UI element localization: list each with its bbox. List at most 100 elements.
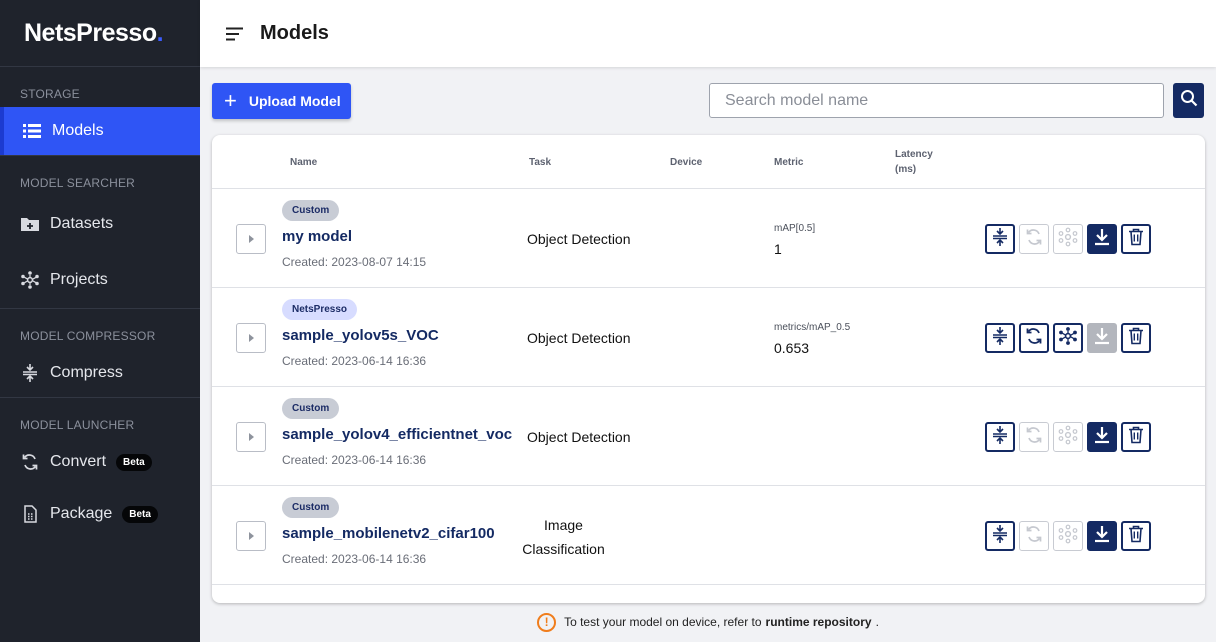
footer-period: .	[875, 615, 879, 629]
download-button[interactable]	[1087, 521, 1117, 551]
column-header-name: Name	[290, 157, 318, 168]
sidebar-item-projects[interactable]: Projects	[0, 252, 200, 308]
section-title: MODEL COMPRESSOR	[20, 329, 156, 343]
task: Object Detection	[527, 330, 631, 346]
created-date: Created: 2023-06-14 16:36	[282, 552, 427, 566]
created-date: Created: 2023-06-14 16:36	[282, 354, 427, 368]
metric-label: metrics/mAP_0.5	[774, 322, 851, 333]
column-header-device: Device	[670, 157, 703, 168]
delete-button[interactable]	[1121, 422, 1151, 452]
network-button[interactable]	[1053, 422, 1083, 452]
sidebar-item-label: Package	[50, 505, 113, 522]
compress-button[interactable]	[985, 521, 1015, 551]
network-icon	[1058, 425, 1078, 450]
network-button[interactable]	[1053, 521, 1083, 551]
compress-icon	[991, 326, 1009, 351]
network-button[interactable]	[1053, 323, 1083, 353]
section-model-searcher: MODEL SEARCHER Datasets Projects	[0, 156, 200, 309]
convert-button[interactable]	[1019, 224, 1049, 254]
sidebar-item-models[interactable]: Models	[0, 107, 200, 155]
column-header-task: Task	[529, 157, 552, 168]
footer-text: To test your model on device, refer to	[564, 615, 762, 629]
model-name[interactable]: sample_yolov5s_VOC	[282, 327, 439, 344]
sidebar-item-compress[interactable]: Compress	[0, 349, 200, 397]
logo-text: NetsPress	[24, 18, 142, 47]
table-row[interactable]: Custom sample_yolov4_efficientnet_voc Cr…	[212, 387, 1205, 486]
list-icon	[22, 121, 42, 141]
compress-button[interactable]	[985, 422, 1015, 452]
trash-icon	[1128, 327, 1144, 350]
sidebar-item-label: Models	[52, 122, 104, 139]
download-icon	[1093, 228, 1111, 251]
compress-button[interactable]	[985, 323, 1015, 353]
model-name[interactable]: sample_mobilenetv2_cifar100	[282, 525, 495, 542]
convert-icon	[1025, 228, 1043, 251]
sidebar-item-label: Convert	[50, 453, 107, 470]
model-name[interactable]: sample_yolov4_efficientnet_voc	[282, 426, 512, 443]
table-row[interactable]: Custom sample_mobilenetv2_cifar100 Creat…	[212, 486, 1205, 585]
expand-button[interactable]	[236, 323, 266, 353]
compress-button[interactable]	[985, 224, 1015, 254]
convert-button[interactable]	[1019, 422, 1049, 452]
delete-button[interactable]	[1121, 323, 1151, 353]
search-button[interactable]	[1173, 83, 1204, 118]
delete-button[interactable]	[1121, 224, 1151, 254]
download-icon	[1093, 426, 1111, 449]
plus-icon: +	[224, 88, 237, 113]
model-tag: Custom	[282, 200, 340, 221]
task-line: Image	[544, 517, 583, 533]
model-name[interactable]: my model	[282, 228, 352, 245]
metric-value: 0.653	[774, 340, 810, 356]
upload-model-button[interactable]: + Upload Model	[212, 83, 351, 119]
footer-notice: ! To test your model on device, refer to…	[200, 612, 1216, 632]
convert-button[interactable]	[1019, 323, 1049, 353]
sidebar-item-datasets[interactable]: Datasets	[0, 196, 200, 252]
row-actions	[985, 422, 1151, 452]
sidebar-item-convert[interactable]: Convert Beta	[0, 438, 200, 486]
beta-badge: Beta	[116, 453, 152, 471]
warning-icon: !	[537, 612, 557, 632]
task: Object Detection	[527, 231, 631, 247]
beta-badge: Beta	[122, 505, 158, 523]
sidebar-item-package[interactable]: Package Beta	[0, 486, 200, 542]
created-date: Created: 2023-08-07 14:15	[282, 255, 427, 269]
download-button[interactable]	[1087, 224, 1117, 254]
model-tag: NetsPresso	[282, 299, 358, 320]
download-button[interactable]	[1087, 323, 1117, 353]
task: Object Detection	[527, 429, 631, 445]
expand-button[interactable]	[236, 521, 266, 551]
header: Models	[200, 0, 1216, 67]
trash-icon	[1128, 228, 1144, 251]
table-row[interactable]: Custom my model Created: 2023-08-07 14:1…	[212, 189, 1205, 288]
section-model-launcher: MODEL LAUNCHER Convert Beta Package Beta	[0, 398, 200, 542]
convert-icon	[1025, 327, 1043, 350]
runtime-repository-link[interactable]: runtime repository	[766, 615, 872, 629]
logo[interactable]: NetsPress o.	[0, 0, 200, 67]
section-title: STORAGE	[20, 87, 80, 101]
package-icon	[20, 504, 40, 524]
download-button[interactable]	[1087, 422, 1117, 452]
table-row[interactable]: NetsPresso sample_yolov5s_VOC Created: 2…	[212, 288, 1205, 387]
model-tag: Custom	[282, 398, 340, 419]
expand-button[interactable]	[236, 422, 266, 452]
menu-icon[interactable]	[226, 27, 244, 41]
convert-button[interactable]	[1019, 521, 1049, 551]
network-button[interactable]	[1053, 224, 1083, 254]
logo-dot: .	[156, 18, 164, 47]
caret-right-icon	[248, 532, 254, 540]
compress-icon	[991, 425, 1009, 450]
table-header: Name Task Device Metric Latency (ms)	[212, 135, 1205, 189]
sidebar-item-label: Datasets	[50, 215, 114, 232]
network-icon	[1058, 524, 1078, 549]
caret-right-icon	[248, 334, 254, 342]
expand-button[interactable]	[236, 224, 266, 254]
network-icon	[1058, 227, 1078, 252]
delete-button[interactable]	[1121, 521, 1151, 551]
task-line: Classification	[522, 541, 605, 557]
convert-icon	[20, 452, 40, 472]
convert-icon	[1025, 525, 1043, 548]
compress-icon	[20, 363, 40, 383]
section-model-compressor: MODEL COMPRESSOR Compress	[0, 309, 200, 398]
search-input[interactable]	[709, 83, 1164, 118]
caret-right-icon	[248, 235, 254, 243]
